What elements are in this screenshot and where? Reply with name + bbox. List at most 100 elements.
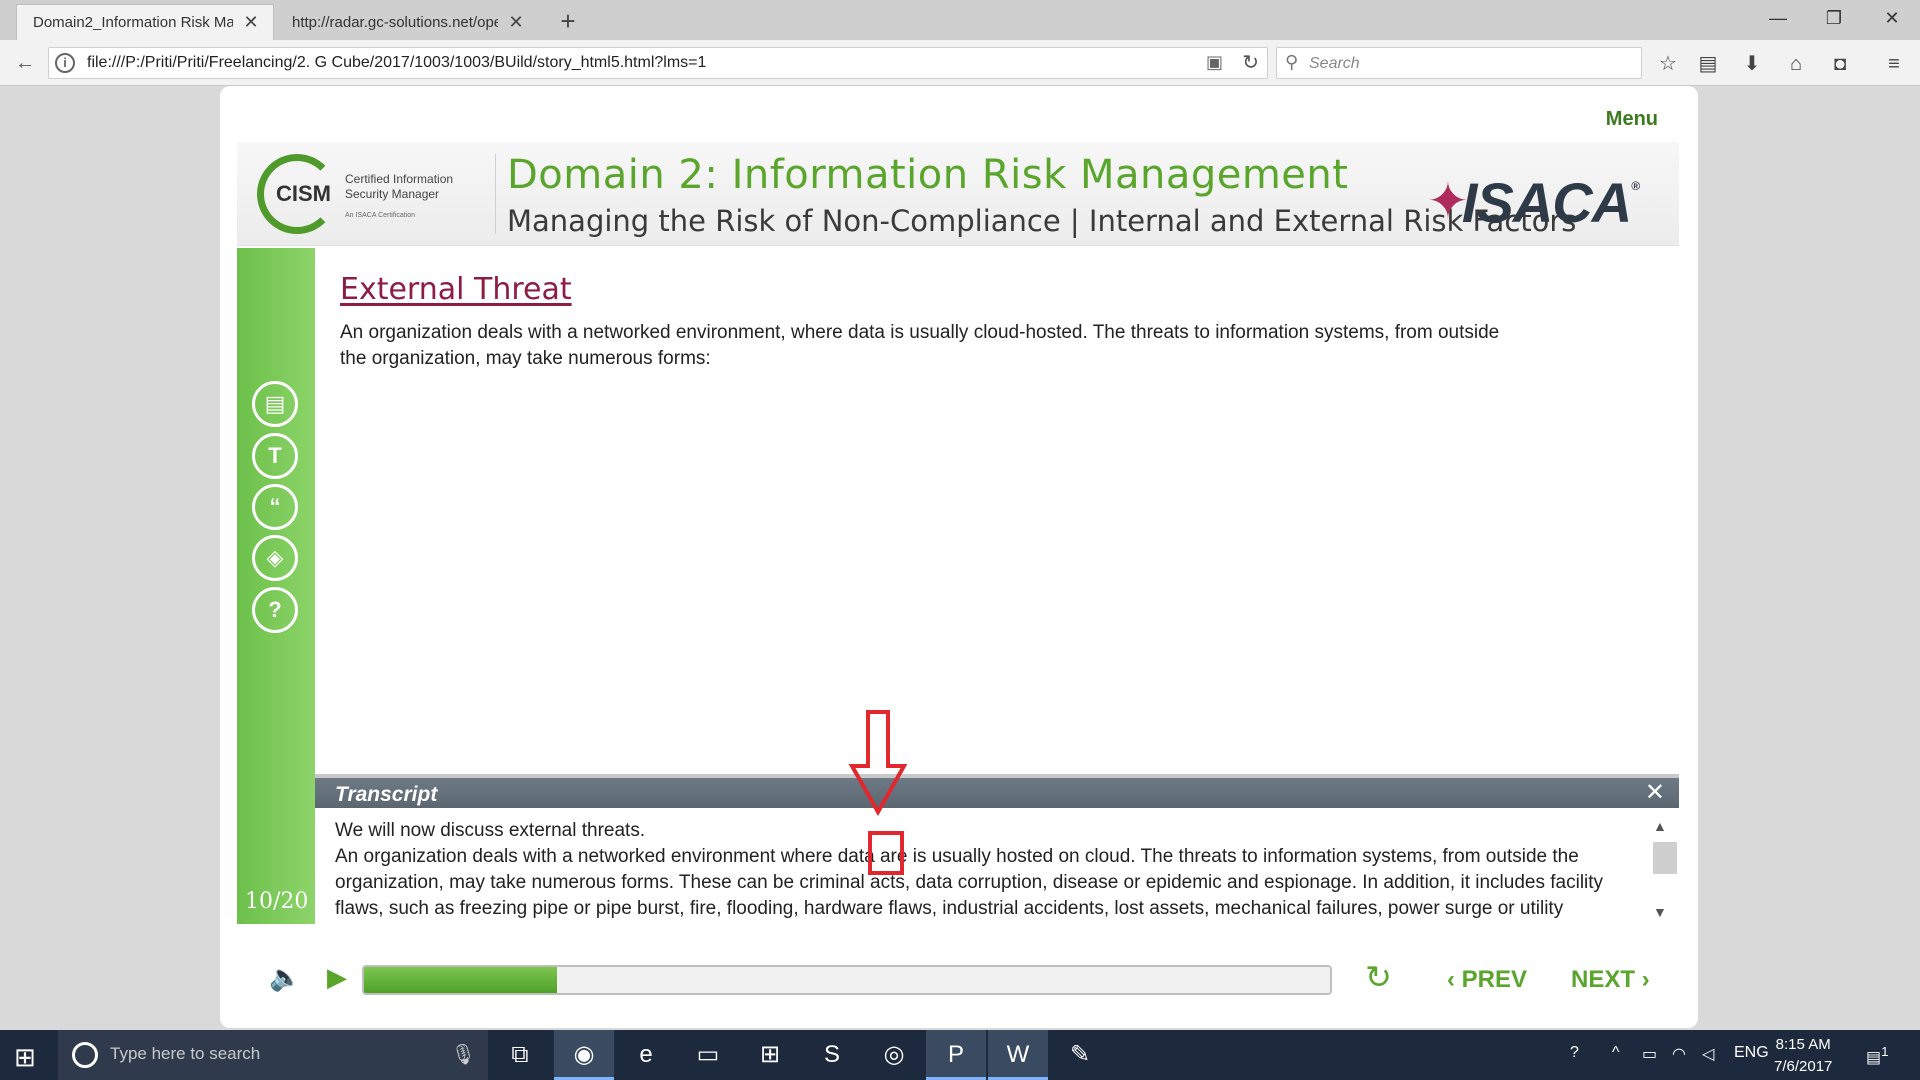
- close-window-button[interactable]: ✕: [1872, 4, 1912, 32]
- taskbar-search-placeholder: Type here to search: [110, 1044, 261, 1063]
- cism-logo-mark: CISM: [276, 181, 331, 206]
- battery-icon[interactable]: ▭: [1642, 1044, 1657, 1064]
- file-explorer-icon[interactable]: ▭: [678, 1030, 738, 1080]
- clock-time: 8:15 AM: [1775, 1036, 1831, 1053]
- isaca-star-icon: ✦: [1427, 173, 1469, 229]
- info-icon[interactable]: i: [55, 53, 75, 73]
- bookmarks-list-icon[interactable]: ▤: [1694, 50, 1722, 78]
- slide-content: External Threat An organization deals wi…: [315, 248, 1679, 774]
- cism-logo: CISM: [257, 154, 337, 234]
- hamburger-menu-icon[interactable]: ≡: [1880, 50, 1908, 78]
- show-hidden-icons-icon[interactable]: ^: [1612, 1044, 1620, 1062]
- scroll-thumb[interactable]: [1653, 842, 1677, 874]
- layers-icon[interactable]: ◈: [252, 535, 298, 581]
- transcript-icon[interactable]: T: [252, 433, 298, 479]
- transcript-line: We will now discuss external threats.: [335, 820, 646, 841]
- browser-tab-bar: Domain2_Information Risk Mana ✕ http://r…: [0, 0, 1920, 40]
- task-view-icon[interactable]: ⧉: [490, 1030, 550, 1080]
- tab-close-icon[interactable]: ✕: [506, 12, 526, 33]
- notification-count: 1: [1881, 1044, 1889, 1059]
- search-placeholder: Search: [1309, 55, 1360, 72]
- slide-body-text: An organization deals with a networked e…: [340, 322, 1500, 369]
- speaker-icon[interactable]: ◁: [1702, 1044, 1714, 1064]
- store-icon[interactable]: ⊞: [740, 1030, 800, 1080]
- registered-mark: ®: [1631, 179, 1640, 193]
- minimize-button[interactable]: —: [1758, 4, 1798, 32]
- transcript-line: An organization deals with a networked e…: [335, 846, 1604, 919]
- home-icon[interactable]: ⌂: [1782, 50, 1810, 78]
- play-icon[interactable]: ▶: [327, 962, 347, 993]
- isaca-logo-text: ISACA: [1461, 171, 1632, 234]
- course-sidebar: ▤ T “ ◈ ? 10/20: [237, 248, 315, 924]
- player-controls: 🔈 ▶ ↻ ‹ PREV NEXT ›: [237, 944, 1679, 1014]
- wifi-icon[interactable]: ◠: [1672, 1044, 1686, 1064]
- tab-title: http://radar.gc-solutions.net/ope: [292, 13, 498, 31]
- course-header: CISM Certified Information Security Mana…: [237, 142, 1679, 246]
- download-icon[interactable]: ⬇: [1738, 50, 1766, 78]
- isaca-logo: ✦ISACA®: [1427, 170, 1640, 235]
- menu-button[interactable]: Menu: [1606, 108, 1658, 131]
- reader-view-icon[interactable]: ▣: [1206, 52, 1223, 73]
- cortana-icon: [72, 1042, 98, 1068]
- resources-icon[interactable]: ▤: [252, 381, 298, 427]
- windows-start-icon[interactable]: ⊞: [14, 1042, 36, 1073]
- microphone-icon[interactable]: 🎙: [451, 1042, 476, 1067]
- bookmark-star-icon[interactable]: ☆: [1654, 50, 1682, 78]
- browser-tab[interactable]: http://radar.gc-solutions.net/ope ✕: [276, 4, 538, 40]
- progress-bar[interactable]: [362, 965, 1332, 995]
- help-tray-icon[interactable]: ?: [1570, 1044, 1579, 1062]
- prev-button[interactable]: ‹ PREV: [1447, 966, 1527, 994]
- pocket-icon[interactable]: ◘: [1826, 50, 1854, 78]
- address-bar[interactable]: i file:///P:/Priti/Priti/Freelancing/2. …: [48, 47, 1268, 79]
- search-icon: ⚲: [1285, 52, 1299, 72]
- next-label: NEXT: [1571, 966, 1636, 993]
- chrome-icon[interactable]: ◎: [864, 1030, 924, 1080]
- restore-button[interactable]: ❐: [1814, 4, 1854, 32]
- glossary-quote-icon[interactable]: “: [252, 484, 298, 530]
- scroll-up-icon[interactable]: ▲: [1653, 818, 1667, 834]
- transcript-header: Transcript ✕: [315, 774, 1679, 808]
- word-icon[interactable]: W: [988, 1030, 1048, 1080]
- replay-icon[interactable]: ↻: [1365, 958, 1392, 996]
- language-indicator[interactable]: ENG: [1734, 1044, 1769, 1062]
- transcript-text: We will now discuss external threats. An…: [335, 818, 1625, 922]
- firefox-icon[interactable]: ◉: [554, 1030, 614, 1080]
- slide-number: 10/20: [245, 889, 309, 914]
- cism-logo-line2: Security Manager: [345, 187, 440, 201]
- taskbar-search-input[interactable]: Type here to search 🎙: [58, 1030, 488, 1080]
- powerpoint-icon[interactable]: P: [926, 1030, 986, 1080]
- slide-title: External Threat: [340, 272, 572, 307]
- header-divider: [495, 154, 496, 234]
- new-tab-button[interactable]: +: [552, 6, 584, 36]
- tab-title: Domain2_Information Risk Mana: [33, 14, 233, 31]
- next-button[interactable]: NEXT ›: [1571, 966, 1650, 994]
- scroll-down-icon[interactable]: ▼: [1653, 904, 1667, 920]
- system-clock[interactable]: 8:15 AM 7/6/2017: [1774, 1034, 1832, 1078]
- help-icon[interactable]: ?: [252, 587, 298, 633]
- search-input[interactable]: ⚲ Search: [1276, 47, 1642, 79]
- back-arrow-icon[interactable]: ←: [10, 48, 40, 78]
- header-title: Domain 2: Information Risk Management: [507, 152, 1349, 198]
- url-text: file:///P:/Priti/Priti/Freelancing/2. G …: [87, 54, 707, 71]
- tab-close-icon[interactable]: ✕: [241, 12, 261, 33]
- browser-tab-active[interactable]: Domain2_Information Risk Mana ✕: [16, 4, 274, 40]
- transcript-scrollbar[interactable]: ▲ ▼: [1645, 814, 1679, 924]
- action-center-icon[interactable]: ▤1: [1866, 1044, 1889, 1067]
- transcript-panel: Transcript ✕ We will now discuss externa…: [315, 774, 1679, 924]
- clock-date: 7/6/2017: [1774, 1058, 1833, 1075]
- volume-icon[interactable]: 🔈: [269, 962, 301, 993]
- transcript-title: Transcript: [335, 783, 438, 806]
- reload-icon[interactable]: ↻: [1242, 50, 1259, 75]
- skype-icon[interactable]: S: [802, 1030, 862, 1080]
- browser-nav-bar: ← i file:///P:/Priti/Priti/Freelancing/2…: [0, 40, 1920, 86]
- cism-logo-text: Certified Information Security Manager: [345, 172, 455, 202]
- annotation-arrow-icon: [848, 710, 908, 816]
- edge-icon[interactable]: e: [616, 1030, 676, 1080]
- cism-logo-line1: Certified Information: [345, 172, 454, 186]
- course-player: Menu CISM Certified Information Security…: [220, 86, 1698, 1028]
- close-icon[interactable]: ✕: [1645, 778, 1665, 807]
- annotation-highlight-box: [868, 831, 904, 875]
- cism-logo-sub: An ISACA Certification: [345, 212, 416, 219]
- progress-fill: [364, 967, 558, 993]
- paint-icon[interactable]: ✎: [1050, 1030, 1110, 1080]
